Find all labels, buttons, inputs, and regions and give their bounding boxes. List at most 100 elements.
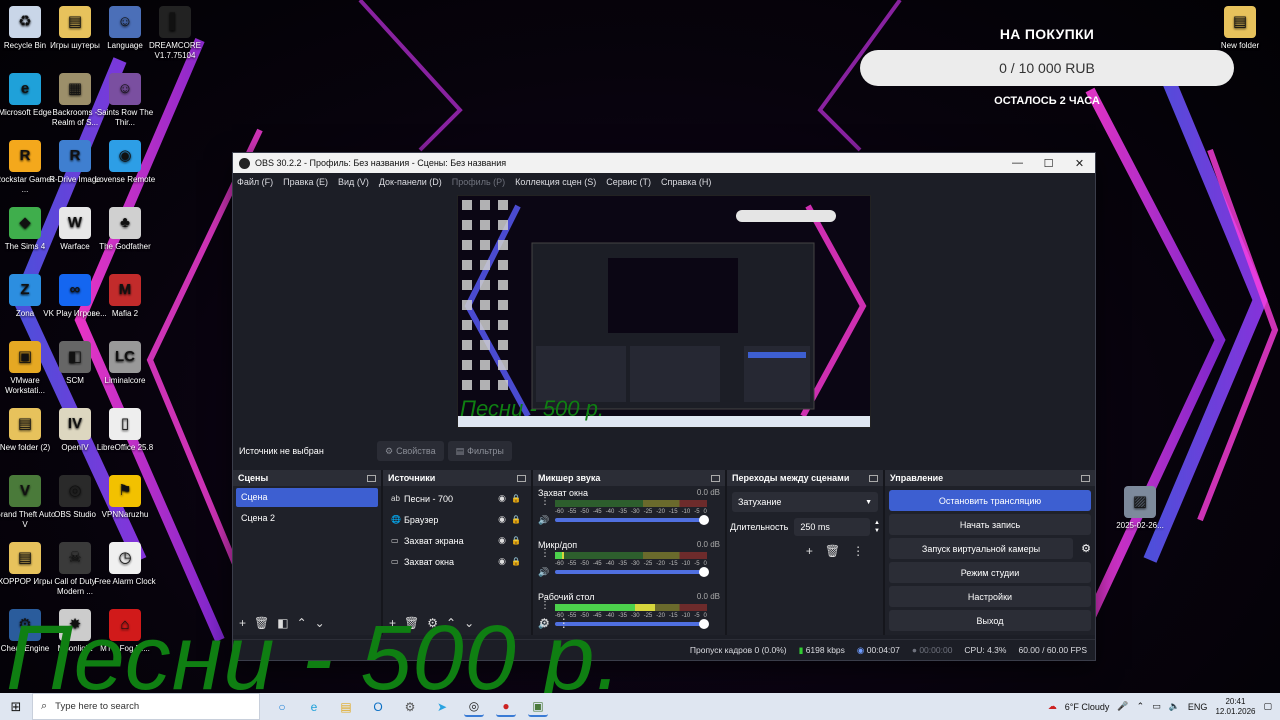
stream-preview[interactable]: Песни - 500 р. [457,195,871,428]
menu-item[interactable]: Вид (V) [338,177,369,187]
virtual-cam-button[interactable]: Запуск виртуальной камеры [889,538,1073,559]
menu-item[interactable]: Справка (H) [661,177,711,187]
speaker-icon[interactable]: 🔊 [538,567,552,578]
dreamcore-icon: ▌ [159,6,191,38]
menu-item[interactable]: Док-панели (D) [379,177,442,187]
clock[interactable]: 20:41 12.01.2026 [1215,697,1255,717]
desktop-icon[interactable]: ▌ DREAMCORE V1.7.75104 [143,6,207,61]
taskbar-search[interactable]: ⌕ Type here to search [32,693,260,720]
desktop-icon-label: LibreOffice 25.8 [96,443,154,452]
duration-label: Длительность [730,522,789,532]
duration-input[interactable]: 250 ms [794,518,871,536]
notifications-icon[interactable]: ▢ [1263,701,1272,712]
undock-icon[interactable] [869,474,878,482]
lock-icon[interactable]: 🔒 [509,536,523,545]
source-item[interactable]: ▭ Захват экрана ◉ 🔒 [383,530,531,551]
undock-icon[interactable] [367,474,376,482]
maximize-button[interactable]: ☐ [1033,157,1064,170]
telegram-icon[interactable]: ➤ [432,697,452,717]
desktop-icon[interactable]: LC Liminalcore [93,341,157,386]
menu-item[interactable]: Коллекция сцен (S) [515,177,596,187]
scene-item[interactable]: Сцена [236,488,378,507]
source-item[interactable]: ab Песни - 700 ◉ 🔒 [383,488,531,509]
recording-app-icon[interactable]: ● [496,697,516,717]
taskbar: ⊞ ⌕ Type here to search ○ e ▤ O ⚙ ➤ ◎ ● … [0,693,1280,720]
eye-icon[interactable]: ◉ [495,556,509,567]
stop-stream-button[interactable]: Остановить трансляцию [889,490,1091,511]
desktop-icon[interactable]: ◉ Lovense Remote [93,140,157,185]
donation-title: НА ПОКУПКИ [999,26,1095,42]
undock-icon[interactable] [711,474,720,482]
add-transition-button[interactable]: + [806,544,813,558]
channel-menu-icon[interactable]: ⋮ [540,497,550,507]
lock-icon[interactable]: 🔒 [509,557,523,566]
desktop-icon-label: Mafia 2 [111,309,139,318]
settings-button[interactable]: Настройки [889,586,1091,607]
duration-spinner[interactable]: ▲ ▼ [874,519,880,535]
obs-titlebar[interactable]: OBS 30.2.2 - Профиль: Без названия - Сце… [233,153,1095,173]
chevron-up-icon[interactable]: ⌃ [1137,701,1145,712]
desktop-icon[interactable]: ♣ The Godfather [93,207,157,252]
desktop-icon[interactable]: ⚑ VPNNaruzhu [93,475,157,520]
desktop-icon[interactable]: ☺ Saints Row The Thir... [93,73,157,128]
cortana-icon[interactable]: ○ [272,697,292,717]
exit-button[interactable]: Выход [889,610,1091,631]
desktop-icon[interactable]: ▯ LibreOffice 25.8 [93,408,157,453]
edge-icon[interactable]: e [304,697,324,717]
volume-icon[interactable]: 🔈 [1169,701,1180,712]
settings-icon[interactable]: ⚙ [400,697,420,717]
gta-icon: V [9,475,41,507]
volume-slider[interactable] [555,515,709,525]
speaker-icon[interactable]: 🔊 [538,515,552,526]
taskbar-apps: ○ e ▤ O ⚙ ➤ ◎ ● ▣ [272,697,548,717]
filters-button[interactable]: ▤ Фильтры [447,441,512,461]
gear-icon[interactable]: ⚙ [1077,542,1095,555]
minimize-button[interactable]: — [1002,157,1033,169]
lock-icon[interactable]: 🔒 [509,515,523,524]
scene-item[interactable]: Сцена 2 [236,509,378,528]
file-explorer-icon[interactable]: ▤ [336,697,356,717]
properties-button[interactable]: ⚙ Свойства [377,441,444,461]
remove-transition-button[interactable]: 🗑 [825,544,840,558]
transition-select[interactable]: Затухание ▼ [732,492,878,512]
undock-icon[interactable] [1081,474,1090,482]
menu-item[interactable]: Файл (F) [237,177,273,187]
eye-icon[interactable]: ◉ [495,493,509,504]
eye-icon[interactable]: ◉ [495,514,509,525]
slider-knob[interactable] [699,515,709,525]
source-item[interactable]: 🌐 Браузер ◉ 🔒 [383,509,531,530]
source-item[interactable]: ▭ Захват окна ◉ 🔒 [383,551,531,572]
mic-icon[interactable]: 🎤 [1117,701,1128,712]
obs-icon[interactable]: ◎ [464,697,484,717]
volume-level [555,552,565,559]
filter-icon: ▤ [455,445,465,456]
language-indicator[interactable]: ENG [1188,702,1208,712]
mafia-icon: M [109,274,141,306]
network-icon[interactable]: ▭ [1152,701,1161,712]
volume-slider[interactable] [555,567,709,577]
volume-row: 🔊 [538,566,709,578]
menu-item[interactable]: Сервис (T) [606,177,651,187]
scenes-title: Сцены [238,473,269,483]
close-button[interactable]: ✕ [1064,157,1095,170]
transition-menu-button[interactable]: ⋮ [852,544,864,558]
game-icon[interactable]: ▣ [528,697,548,717]
menu-item[interactable]: Профиль (P) [452,177,505,187]
volume-meter [555,500,707,507]
desktop-icon[interactable]: ◷ Free Alarm Clock [93,542,157,587]
slider-knob[interactable] [699,567,709,577]
studio-mode-button[interactable]: Режим студии [889,562,1091,583]
menu-item[interactable]: Правка (E) [283,177,328,187]
desktop-icon[interactable]: ▨ 2025-02-26... [1108,486,1172,531]
desktop-icon[interactable]: M Mafia 2 [93,274,157,319]
channel-menu-icon[interactable]: ⋮ [540,549,550,559]
weather-text[interactable]: 6°F Cloudy [1065,702,1110,712]
undock-icon[interactable] [517,474,526,482]
windows-start-icon[interactable]: ⊞ [0,699,32,715]
saints-row-icon: ☺ [109,73,141,105]
lock-icon[interactable]: 🔒 [509,494,523,503]
eye-icon[interactable]: ◉ [495,535,509,546]
desktop-icon-label: Liminalcore [104,376,146,385]
start-record-button[interactable]: Начать запись [889,514,1091,535]
outlook-icon[interactable]: O [368,697,388,717]
